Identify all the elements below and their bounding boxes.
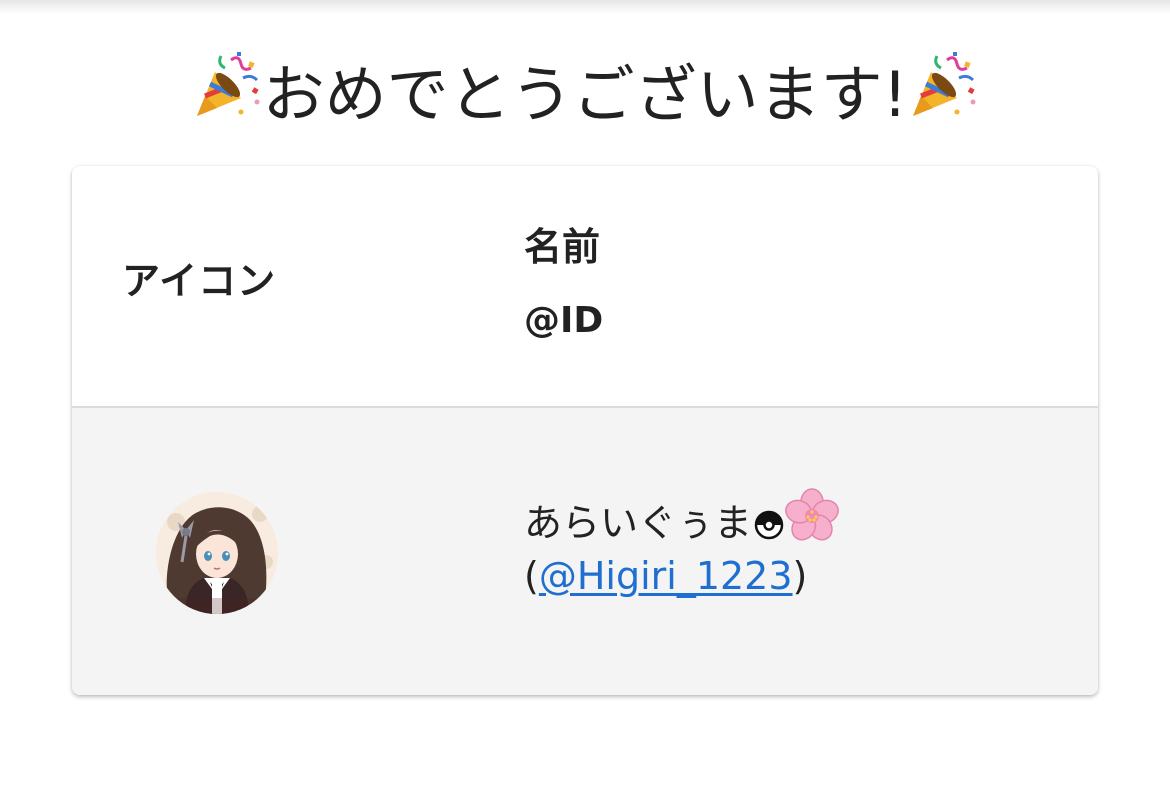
- id-close-paren: ): [792, 554, 808, 598]
- party-popper-icon: [913, 52, 976, 116]
- party-popper-icon: [196, 52, 260, 116]
- column-header-name: 名前: [524, 225, 601, 269]
- table-header-row: アイコン 名前 @ID: [72, 166, 1098, 408]
- avatar-illustration: [156, 492, 278, 614]
- column-header-id: @ID: [524, 300, 604, 341]
- column-header-icon: アイコン: [122, 259, 277, 303]
- pokeball-icon: [754, 510, 784, 540]
- user-id-line: (@Higiri_1223): [524, 548, 807, 604]
- cherry-blossom-icon: [785, 488, 839, 541]
- top-shadow: [0, 0, 1170, 14]
- user-id-link[interactable]: @Higiri_1223: [539, 554, 793, 598]
- table-row: あらいぐぅま (@Higiri_1223): [72, 408, 1098, 695]
- id-open-paren: (: [524, 554, 539, 598]
- user-avatar: [156, 492, 278, 614]
- page-title: おめでとうございます!: [0, 50, 1170, 135]
- title-text: おめでとうございます!: [262, 58, 908, 131]
- result-table: アイコン 名前 @ID あらいぐぅま (@Higiri_1223): [72, 166, 1098, 695]
- user-name-text: あらいぐぅま: [524, 501, 753, 545]
- user-name: あらいぐぅま: [524, 488, 840, 552]
